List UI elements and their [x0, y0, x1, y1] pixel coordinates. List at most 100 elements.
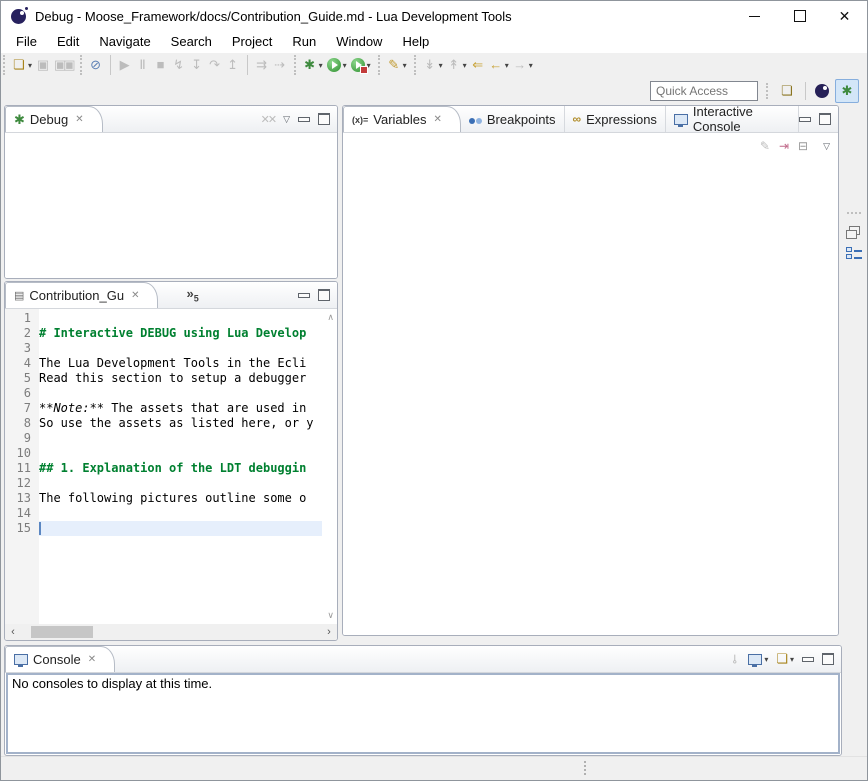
editor-line-6[interactable]: 6: [5, 386, 322, 401]
skip-all-breakpoints-button[interactable]: ⊘: [87, 56, 105, 74]
editor-line-1[interactable]: 1: [5, 311, 322, 326]
editor-line-10[interactable]: 10: [5, 446, 322, 461]
menu-run[interactable]: Run: [282, 32, 326, 53]
dropdown-arrow-icon[interactable]: ▾: [28, 61, 32, 70]
editor-line-11[interactable]: 11## 1. Explanation of the LDT debuggin: [5, 461, 322, 476]
maximize-view-icon[interactable]: [318, 113, 330, 125]
debug-icon: ✱: [303, 57, 317, 73]
previous-annotation-icon: ↟: [447, 57, 461, 73]
maximize-view-icon[interactable]: [819, 113, 831, 125]
editor-line-2[interactable]: 2# Interactive DEBUG using Lua Develop: [5, 326, 322, 341]
tab-close-icon[interactable]: ✕: [131, 290, 139, 301]
status-drag-handle[interactable]: [584, 761, 586, 775]
quick-access-input[interactable]: [650, 81, 758, 101]
interactive-console-icon: [674, 114, 688, 125]
scroll-up-icon[interactable]: ∧: [327, 312, 334, 323]
minimize-view-icon[interactable]: [799, 117, 811, 122]
menu-project[interactable]: Project: [222, 32, 282, 53]
dropdown-arrow-icon[interactable]: ▾: [529, 61, 533, 70]
open-console-button[interactable]: ❏▾: [776, 651, 794, 667]
tab-contribution-guide[interactable]: ▤ Contribution_Gu ✕: [5, 282, 158, 308]
tab-variables[interactable]: (x)= Variables ✕: [343, 106, 461, 132]
tab-close-icon[interactable]: ✕: [88, 654, 96, 665]
horizontal-scrollbar[interactable]: ‹ ›: [5, 624, 337, 640]
maximize-view-icon[interactable]: [822, 653, 834, 665]
lua-perspective-button[interactable]: [811, 80, 833, 102]
show-logical-structures-icon[interactable]: ⇥: [779, 139, 789, 153]
editor-line-8[interactable]: 8So use the assets as listed here, or y: [5, 416, 322, 431]
menu-file[interactable]: File: [6, 32, 47, 53]
editor-line-9[interactable]: 9: [5, 431, 322, 446]
tab-label: Variables: [373, 112, 426, 127]
restore-view-icon[interactable]: [849, 226, 860, 235]
variables-icon: (x)=: [352, 115, 368, 125]
close-button[interactable]: ✕: [822, 1, 867, 31]
console-message: No consoles to display at this time.: [8, 675, 838, 692]
scroll-left-icon[interactable]: ‹: [5, 626, 21, 638]
dropdown-arrow-icon[interactable]: ▾: [403, 61, 407, 70]
open-perspective-button[interactable]: ❏: [776, 80, 798, 102]
display-console-icon: [748, 654, 762, 665]
menu-edit[interactable]: Edit: [47, 32, 89, 53]
tab-close-icon[interactable]: ✕: [75, 114, 83, 125]
dropdown-arrow-icon[interactable]: ▾: [463, 61, 467, 70]
forward-button: →▾: [511, 56, 535, 74]
last-edit-location-button[interactable]: ⇐: [469, 56, 487, 74]
dropdown-arrow-icon[interactable]: ▾: [343, 61, 347, 70]
debug-button[interactable]: ✱▾: [301, 56, 325, 74]
display-selected-console-button[interactable]: ▾: [748, 654, 768, 665]
menu-window[interactable]: Window: [326, 32, 392, 53]
run-external-tools-button[interactable]: ▾: [349, 57, 373, 73]
tab-expressions[interactable]: ∞Expressions: [565, 106, 666, 132]
back-button[interactable]: ←▾: [487, 56, 511, 74]
view-menu-icon[interactable]: ▽: [283, 114, 290, 125]
code-segment: # Interactive DEBUG using Lua Develop: [39, 326, 306, 340]
scroll-right-icon[interactable]: ›: [321, 626, 337, 638]
menu-search[interactable]: Search: [161, 32, 222, 53]
editor-line-7[interactable]: 7**Note:** The assets that are used in: [5, 401, 322, 416]
tab-breakpoints[interactable]: Breakpoints: [461, 106, 565, 132]
highlighter-button[interactable]: ✎▾: [385, 56, 409, 74]
minimize-view-icon[interactable]: [298, 117, 310, 122]
toolbar-group: ⇉⇢: [247, 55, 294, 75]
minimize-button[interactable]: [732, 1, 777, 31]
maximize-view-icon[interactable]: [318, 289, 330, 301]
editor-tab-bar: ▤ Contribution_Gu ✕ »5: [5, 282, 337, 309]
debug-perspective-button[interactable]: ✱: [835, 79, 859, 103]
view-menu-icon[interactable]: ▽: [823, 141, 830, 152]
minimize-view-icon[interactable]: [298, 293, 310, 298]
new-wizard-button[interactable]: ❏▾: [10, 56, 34, 74]
editor-line-15[interactable]: 15: [5, 521, 322, 536]
outline-view-icon[interactable]: [846, 247, 862, 259]
scroll-down-icon[interactable]: ∨: [327, 610, 334, 621]
run-button[interactable]: ▾: [325, 57, 349, 73]
editor-content[interactable]: 12# Interactive DEBUG using Lua Develop3…: [5, 309, 337, 624]
dropdown-arrow-icon[interactable]: ▾: [319, 61, 323, 70]
console-icon: [14, 654, 28, 665]
scrollbar-track[interactable]: [21, 624, 321, 640]
editor-line-14[interactable]: 14: [5, 506, 322, 521]
line-text: # Interactive DEBUG using Lua Develop: [39, 326, 322, 341]
editor-line-3[interactable]: 3: [5, 341, 322, 356]
dropdown-arrow-icon[interactable]: ▾: [790, 655, 794, 664]
dropdown-arrow-icon[interactable]: ▾: [764, 655, 768, 664]
dropdown-arrow-icon[interactable]: ▾: [439, 61, 443, 70]
hidden-editors-chevron[interactable]: »5: [186, 286, 198, 304]
editor-line-4[interactable]: 4The Lua Development Tools in the Ecli: [5, 356, 322, 371]
tab-debug[interactable]: ✱ Debug ✕: [5, 106, 103, 132]
minimized-views-trim: [841, 209, 867, 781]
scrollbar-thumb[interactable]: [31, 626, 93, 638]
editor-view: ▤ Contribution_Gu ✕ »5 12# Interactive D…: [4, 281, 338, 641]
tab-interactive-console[interactable]: Interactive Console: [666, 106, 799, 132]
dropdown-arrow-icon[interactable]: ▾: [505, 61, 509, 70]
tab-close-icon[interactable]: ✕: [434, 114, 442, 125]
toolbar-group: ✎▾: [378, 55, 414, 75]
menu-navigate[interactable]: Navigate: [89, 32, 160, 53]
editor-line-13[interactable]: 13The following pictures outline some o: [5, 491, 322, 506]
minimize-view-icon[interactable]: [802, 657, 814, 662]
maximize-button[interactable]: [777, 1, 822, 31]
menu-help[interactable]: Help: [392, 32, 439, 53]
editor-line-12[interactable]: 12: [5, 476, 322, 491]
editor-line-5[interactable]: 5Read this section to setup a debugger: [5, 371, 322, 386]
tab-console[interactable]: Console ✕: [5, 646, 115, 672]
